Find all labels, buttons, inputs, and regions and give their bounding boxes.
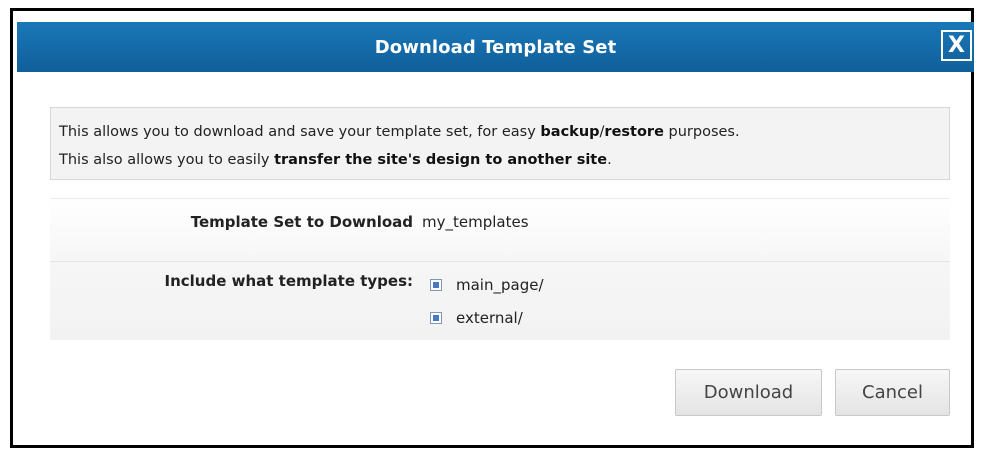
close-icon: X — [948, 33, 965, 58]
template-set-value: my_templates — [422, 213, 529, 231]
close-button[interactable]: X — [941, 30, 972, 61]
template-set-label: Template Set to Download — [190, 213, 413, 231]
info-line-2: This also allows you to easily transfer … — [59, 146, 949, 174]
main-page-checkbox[interactable] — [430, 279, 442, 291]
info-text: This allows you to download and save you… — [59, 124, 541, 140]
template-set-row: Template Set to Download my_templates — [50, 198, 950, 262]
type-option-main-page[interactable]: main_page/ — [430, 276, 544, 294]
external-checkbox[interactable] — [430, 312, 442, 324]
download-button[interactable]: Download — [675, 369, 822, 416]
info-bold-transfer: transfer the site's design to another si… — [274, 152, 608, 168]
info-text: This also allows you to easily — [59, 152, 275, 168]
template-types-label: Include what template types: — [164, 272, 413, 290]
info-line-1: This allows you to download and save you… — [59, 118, 949, 146]
info-text: purposes. — [663, 124, 740, 140]
type-option-external[interactable]: external/ — [430, 309, 523, 327]
cancel-button[interactable]: Cancel — [835, 369, 950, 416]
template-types-row: Include what template types: main_page/ … — [50, 262, 950, 340]
dialog-titlebar: Download Template Set X — [17, 22, 974, 72]
info-bold-restore: restore — [604, 124, 664, 140]
dialog-title: Download Template Set — [374, 36, 617, 58]
info-bold-backup: backup — [540, 124, 600, 140]
external-label: external/ — [456, 309, 523, 327]
info-message: This allows you to download and save you… — [50, 107, 950, 180]
main-page-label: main_page/ — [456, 276, 544, 294]
info-text: . — [607, 152, 612, 168]
